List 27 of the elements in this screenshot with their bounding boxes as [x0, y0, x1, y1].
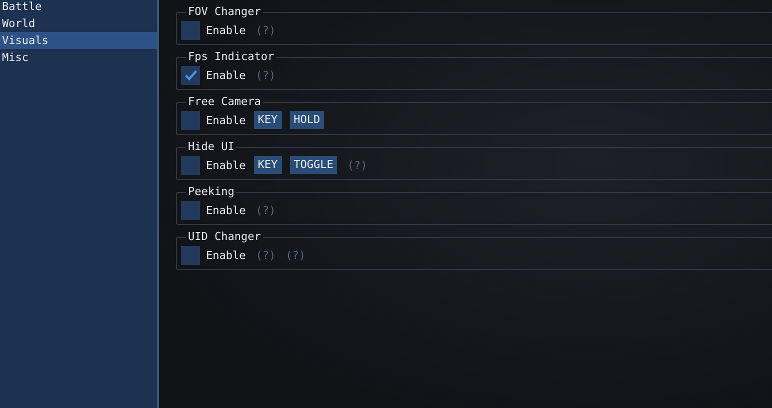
checkbox[interactable]: [181, 156, 200, 174]
checkbox-label: Enable: [206, 204, 246, 216]
checkmark-icon: [184, 68, 198, 82]
key-button[interactable]: KEY: [254, 156, 282, 174]
key-button[interactable]: TOGGLE: [290, 156, 338, 174]
checkbox-label: Enable: [206, 158, 246, 172]
group-title: Peeking: [187, 185, 236, 199]
group-title: Fps Indicator: [187, 50, 276, 64]
checkbox[interactable]: [181, 110, 200, 130]
group-title: Hide UI: [187, 140, 236, 154]
checkbox[interactable]: [181, 66, 200, 84]
sidebar-item[interactable]: Misc: [0, 49, 157, 66]
group-title: FOV Changer: [187, 5, 262, 19]
sidebar-item[interactable]: World: [0, 15, 157, 32]
sidebar-item[interactable]: Visuals: [0, 32, 157, 49]
checkbox-label: Enable: [206, 248, 246, 262]
group-title: UID Changer: [187, 230, 262, 244]
checkbox-label: Enable: [206, 24, 246, 36]
key-button[interactable]: KEY: [254, 111, 282, 129]
group-title: Free Camera: [187, 95, 262, 109]
checkbox[interactable]: [181, 200, 200, 220]
sidebar-item[interactable]: Battle: [0, 0, 157, 15]
checkbox[interactable]: [181, 246, 200, 264]
checkbox[interactable]: [181, 20, 200, 40]
key-button[interactable]: HOLD: [290, 111, 324, 129]
checkbox-label: Enable: [206, 68, 246, 82]
checkbox-label: Enable: [206, 114, 246, 126]
